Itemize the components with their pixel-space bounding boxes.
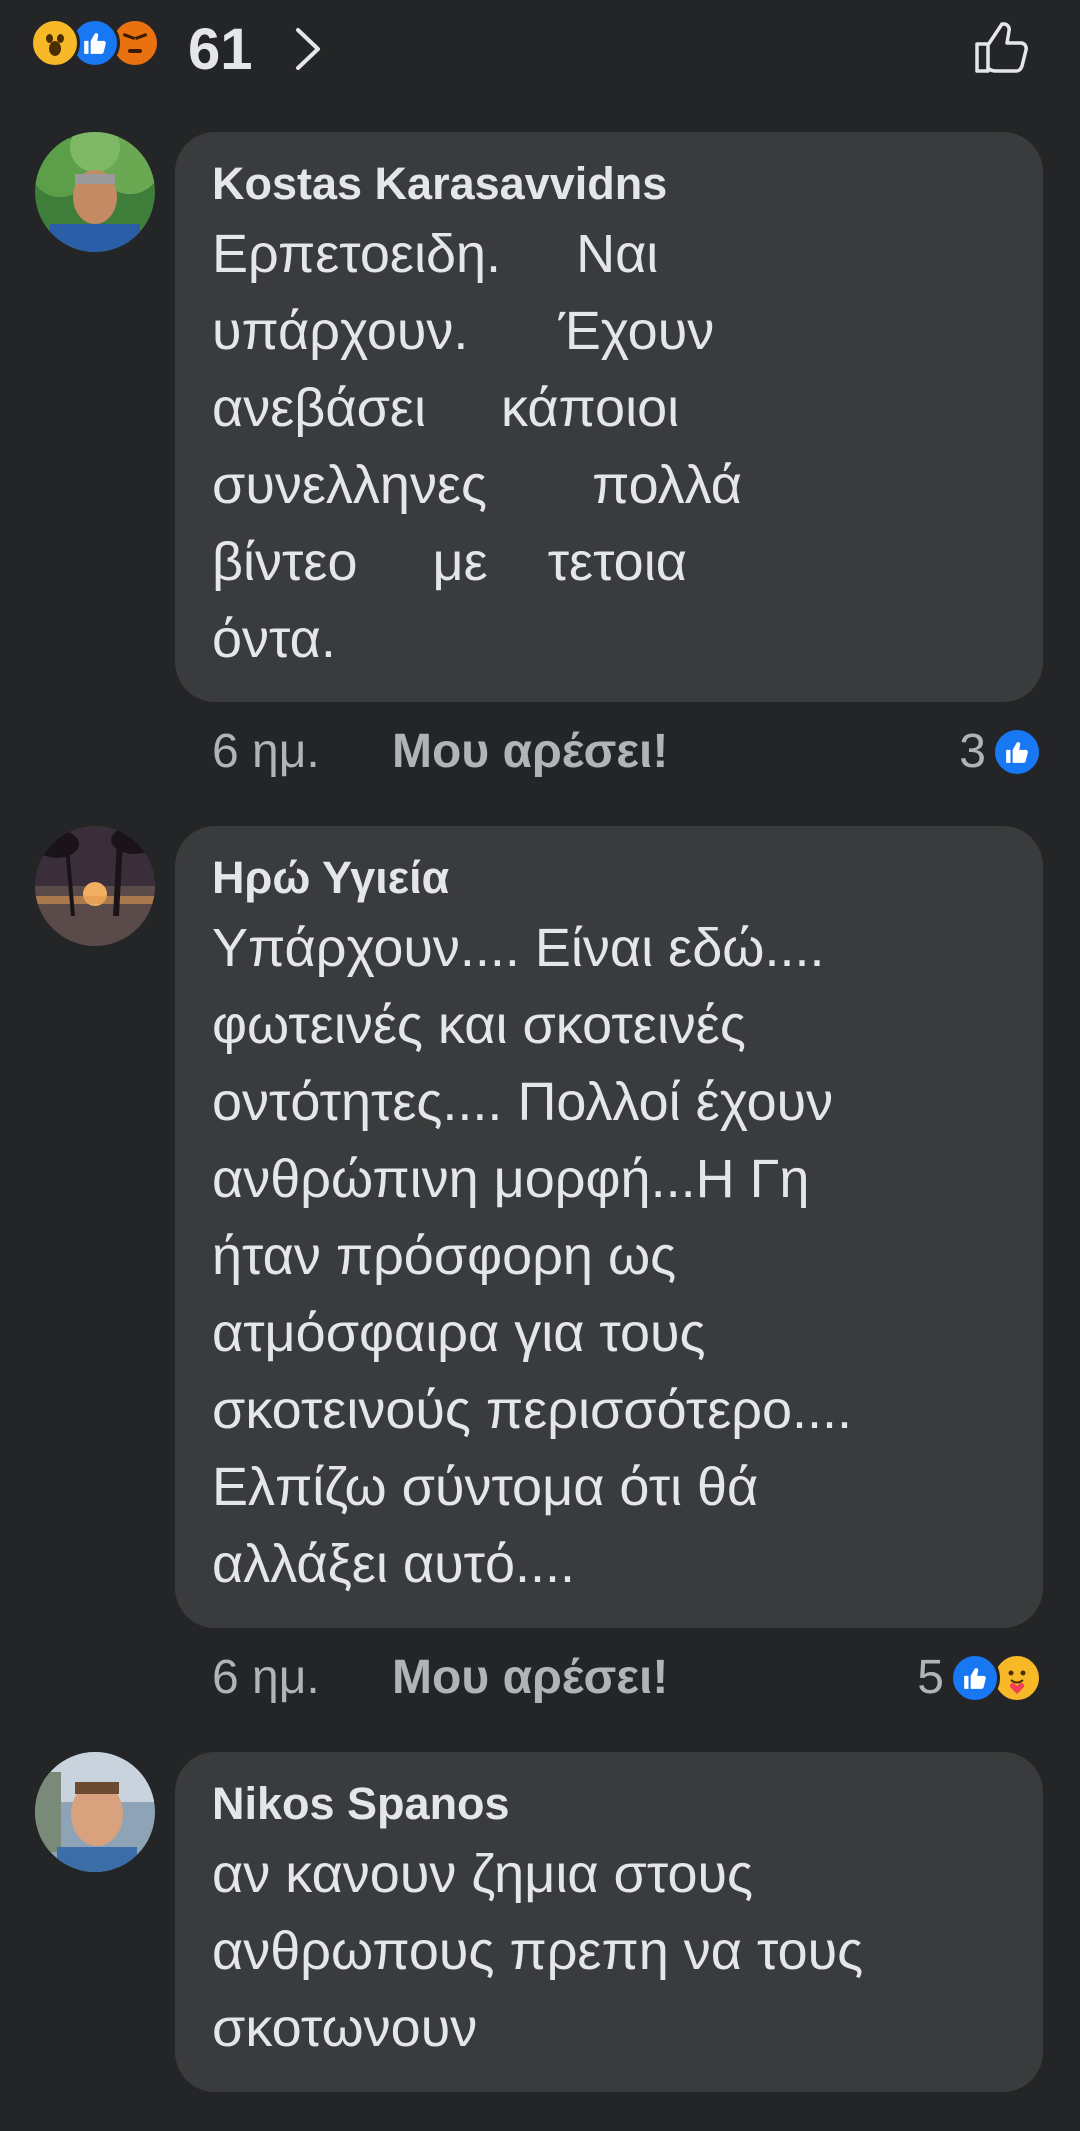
comment-meta: 6 ημ. Μου αρέσει! 5 [212,1650,1042,1720]
comment-reactions[interactable]: 5 [917,1650,1042,1705]
comment-author[interactable]: Kostas Karasavvidns [212,156,1007,212]
chevron-right-icon[interactable] [290,24,326,74]
avatar[interactable] [35,826,155,946]
comment-reactions[interactable]: 3 [959,724,1042,779]
reactions-summary-bar[interactable]: 61 [0,0,1080,100]
comment-bubble[interactable]: Nikos Spanos αν κανουν ζημια στους ανθρω… [175,1752,1043,2092]
like-icon [992,726,1042,777]
comment-time[interactable]: 6 ημ. [212,724,320,779]
comment-author[interactable]: Ηρώ Υγιεία [212,850,1007,906]
comment-reaction-count: 3 [959,725,986,778]
comment-time[interactable]: 6 ημ. [212,1650,320,1705]
like-button[interactable]: Μου αρέσει! [392,1650,668,1705]
comments-page: 61 Kostas Karasavvidns Ερπετοειδη. Ναι υ… [0,0,1080,2131]
wow-icon [30,18,80,68]
like-button[interactable]: Μου αρέσει! [392,724,668,779]
comment-text: Υπάρχουν.... Είναι εδώ.... φωτεινές και … [212,918,853,1594]
comment-bubble[interactable]: Kostas Karasavvidns Ερπετοειδη. Ναι υπάρ… [175,132,1043,702]
reaction-icons[interactable] [30,18,160,68]
avatar[interactable] [35,132,155,252]
comment-bubble[interactable]: Ηρώ Υγιεία Υπάρχουν.... Είναι εδώ.... φω… [175,826,1043,1628]
comment-reaction-count: 5 [917,1651,944,1704]
reaction-total[interactable]: 61 [188,16,253,83]
comment-meta: 6 ημ. Μου αρέσει! 3 [212,724,1042,794]
comment-text: αν κανουν ζημια στους ανθρωπους πρεπη να… [212,1844,864,2058]
comment-text: Ερπετοειδη. Ναι υπάρχουν. Έχουν ανεβάσει… [212,224,742,669]
avatar[interactable] [35,1752,155,1872]
comment-author[interactable]: Nikos Spanos [212,1776,1007,1832]
like-icon [950,1652,1000,1703]
thumbs-up-outline-icon[interactable] [972,18,1032,78]
